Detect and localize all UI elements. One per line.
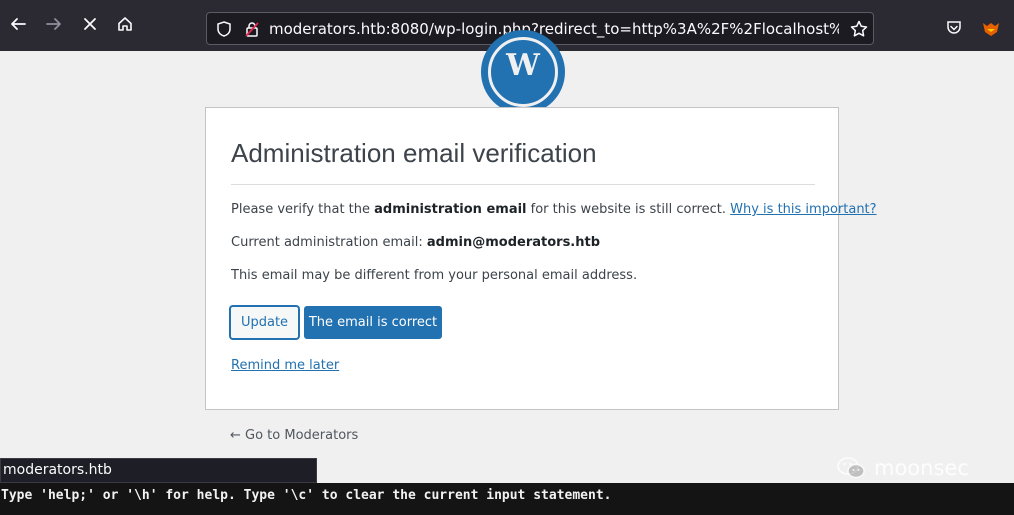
tracking-shield-icon[interactable] [215,20,233,38]
back-arrow-icon[interactable] [6,12,30,36]
difference-note: This email may be different from your pe… [231,268,638,283]
stop-loading-icon[interactable] [78,12,102,36]
divider [231,184,815,185]
go-to-site-link[interactable]: ← Go to Moderators [230,428,358,443]
page-title: Administration email verification [231,138,597,168]
remind-later-link[interactable]: Remind me later [231,358,339,373]
home-icon[interactable] [113,12,137,36]
verify-message: Please verify that the administration em… [231,202,877,217]
insecure-lock-icon[interactable] [243,20,261,38]
current-email-value: admin@moderators.htb [426,235,601,250]
why-important-link[interactable]: Why is this important? [730,202,876,217]
watermark-text: moonsec [874,456,969,480]
bookmark-star-icon[interactable] [849,19,869,39]
wechat-icon [837,457,865,479]
current-email-line: Current administration email: admin@mode… [231,235,601,250]
forward-arrow-icon[interactable] [42,12,66,36]
link-status-bar: moderators.htb [0,458,317,483]
pocket-icon[interactable] [945,19,963,37]
extension-fox-icon[interactable] [981,18,1001,38]
terminal-panel[interactable]: Type 'help;' or '\h' for help. Type '\c'… [0,483,1014,515]
url-text[interactable]: moderators.htb:8080/wp-login.php?redirec… [269,19,839,39]
email-correct-button[interactable]: The email is correct [304,306,442,339]
update-button[interactable]: Update [230,306,299,339]
admin-email-verification-card: Administration email verification Please… [205,107,877,410]
admin-email-emphasis: administration email [374,202,527,217]
watermark: moonsec [836,455,969,481]
terminal-line: Type 'help;' or '\h' for help. Type '\c'… [1,488,612,503]
wordpress-logo[interactable]: W [481,30,565,114]
